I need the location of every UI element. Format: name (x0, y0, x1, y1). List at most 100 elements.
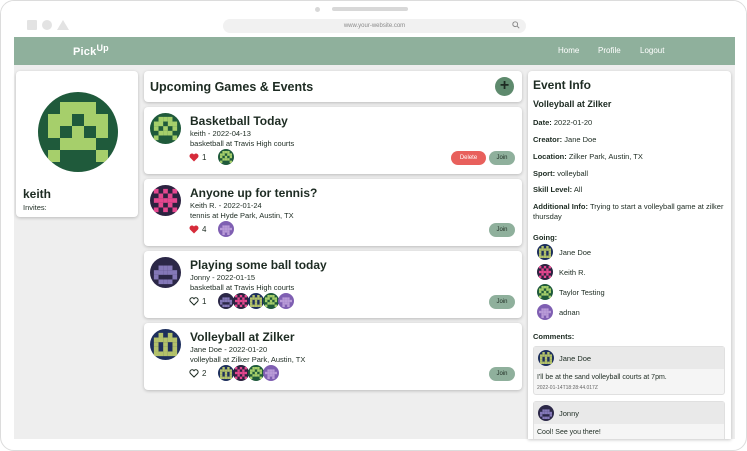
like-button[interactable]: 1 (189, 153, 206, 162)
event-title: Volleyball at Zilker (533, 99, 612, 109)
game-location: basketball at Travis High courts (190, 283, 295, 292)
attendee-avatar (233, 293, 249, 309)
like-count: 1 (202, 297, 207, 306)
game-meta: Jonny - 2022-01-15 (190, 273, 256, 282)
event-info-heading: Event Info (533, 78, 592, 92)
skill-label: Skill Level: (533, 185, 573, 194)
creator-avatar (150, 113, 181, 144)
comment-author: Jonny (559, 408, 580, 418)
attendee-list (218, 293, 294, 309)
like-count: 1 (202, 153, 207, 162)
event-creator: Creator: Jane Doe (533, 135, 727, 145)
date-value: 2022-01-20 (553, 118, 593, 127)
join-button[interactable]: Join (489, 151, 515, 165)
add-event-button[interactable]: + (495, 77, 514, 96)
going-label: Going: (533, 233, 727, 243)
browser-chrome: www.your-website.com (1, 1, 746, 37)
nav-profile-link[interactable]: Profile (598, 46, 621, 55)
attendee-avatar (263, 365, 279, 381)
game-meta: Jane Doe - 2022-01-20 (190, 345, 268, 354)
speaker-slot (332, 7, 408, 11)
going-name: Keith R. (559, 267, 586, 277)
attendee-avatar (233, 365, 249, 381)
nav-logout-link[interactable]: Logout (640, 46, 664, 55)
profile-avatar (38, 92, 118, 172)
search-icon[interactable] (512, 21, 520, 29)
user-avatar (537, 264, 553, 280)
comment-author: Jane Doe (559, 353, 592, 363)
heart-filled-icon (189, 225, 199, 234)
attendee-avatar (218, 365, 234, 381)
going-item[interactable]: Keith R. (537, 264, 586, 280)
attendee-avatar (278, 293, 294, 309)
creator-avatar (150, 329, 181, 360)
sport-label: Sport: (533, 169, 556, 178)
comment-text: I'll be at the sand volleyball courts at… (537, 374, 667, 381)
brand-text: Pick (73, 46, 97, 58)
going-name: adnan (559, 307, 580, 317)
location-value: Zilker Park, Austin, TX (568, 152, 643, 161)
triangle-icon[interactable] (57, 20, 69, 30)
join-button[interactable]: Join (489, 295, 515, 309)
attendee-avatar (248, 365, 264, 381)
creator-avatar (150, 185, 181, 216)
square-icon[interactable] (27, 20, 37, 30)
going-name: Jane Doe (559, 247, 592, 257)
brand-logo[interactable]: PickUp (73, 43, 109, 58)
like-button[interactable]: 4 (189, 225, 206, 234)
window-controls (27, 20, 69, 30)
game-title: Volleyball at Zilker (190, 330, 295, 344)
attendee-list (218, 365, 279, 381)
address-bar[interactable]: www.your-website.com (223, 19, 526, 33)
profile-card: keith Invites: (16, 71, 138, 217)
sport-value: volleyball (557, 169, 589, 178)
attendee-avatar (218, 221, 234, 237)
heart-filled-icon (189, 153, 199, 162)
event-location: Location: Zilker Park, Austin, TX (533, 152, 727, 162)
join-button[interactable]: Join (489, 223, 515, 237)
like-button[interactable]: 1 (189, 297, 206, 306)
game-meta: Keith R. - 2022-01-24 (190, 201, 262, 210)
attendee-avatar (248, 293, 264, 309)
top-navbar: PickUp Home Profile Logout (14, 37, 735, 65)
additional-label: Additional Info: (533, 202, 588, 211)
game-title: Playing some ball today (190, 258, 327, 272)
game-title: Basketball Today (190, 114, 288, 128)
game-card[interactable]: Playing some ball today Jonny - 2022-01-… (144, 251, 522, 318)
attendee-avatar (263, 293, 279, 309)
user-avatar (537, 304, 553, 320)
going-item[interactable]: Jane Doe (537, 244, 591, 260)
event-date: Date: 2022-01-20 (533, 118, 727, 128)
event-additional-info: Additional Info: Trying to start a volle… (533, 202, 727, 222)
game-card[interactable]: Volleyball at Zilker Jane Doe - 2022-01-… (144, 323, 522, 390)
like-button[interactable]: 2 (189, 369, 206, 378)
comment-header: Jane Doe (534, 347, 724, 369)
game-card[interactable]: Anyone up for tennis? Keith R. - 2022-01… (144, 179, 522, 246)
feed-title: Upcoming Games & Events (150, 80, 314, 94)
delete-button[interactable]: Delete (451, 151, 486, 165)
date-label: Date: (533, 118, 552, 127)
brand-sup-text: Up (96, 43, 109, 53)
comment: Jane Doe I'll be at the sand volleyball … (533, 346, 725, 395)
attendee-avatar (218, 293, 234, 309)
circle-icon[interactable] (42, 20, 52, 30)
game-location: volleyball at Zilker Park, Austin, TX (190, 355, 306, 364)
invites-label: Invites: (23, 203, 47, 212)
game-location: tennis at Hyde Park, Austin, TX (190, 211, 294, 220)
profile-name: keith (23, 187, 52, 201)
location-label: Location: (533, 152, 567, 161)
user-avatar (537, 284, 553, 300)
heart-outline-icon (189, 297, 199, 306)
going-item[interactable]: Taylor Testing (537, 284, 605, 300)
comment-header: Jonny (534, 402, 724, 424)
game-card[interactable]: Basketball Today keith - 2022-04-13 bask… (144, 107, 522, 174)
attendee-list (218, 221, 234, 237)
comment-timestamp: 2022-01-14T18:28:44.017Z (537, 385, 598, 391)
url-text: www.your-website.com (343, 23, 406, 29)
going-item[interactable]: adnan (537, 304, 580, 320)
going-name: Taylor Testing (559, 287, 605, 297)
join-button[interactable]: Join (489, 367, 515, 381)
creator-avatar (150, 257, 181, 288)
game-meta: keith - 2022-04-13 (190, 129, 251, 138)
nav-home-link[interactable]: Home (558, 46, 579, 55)
